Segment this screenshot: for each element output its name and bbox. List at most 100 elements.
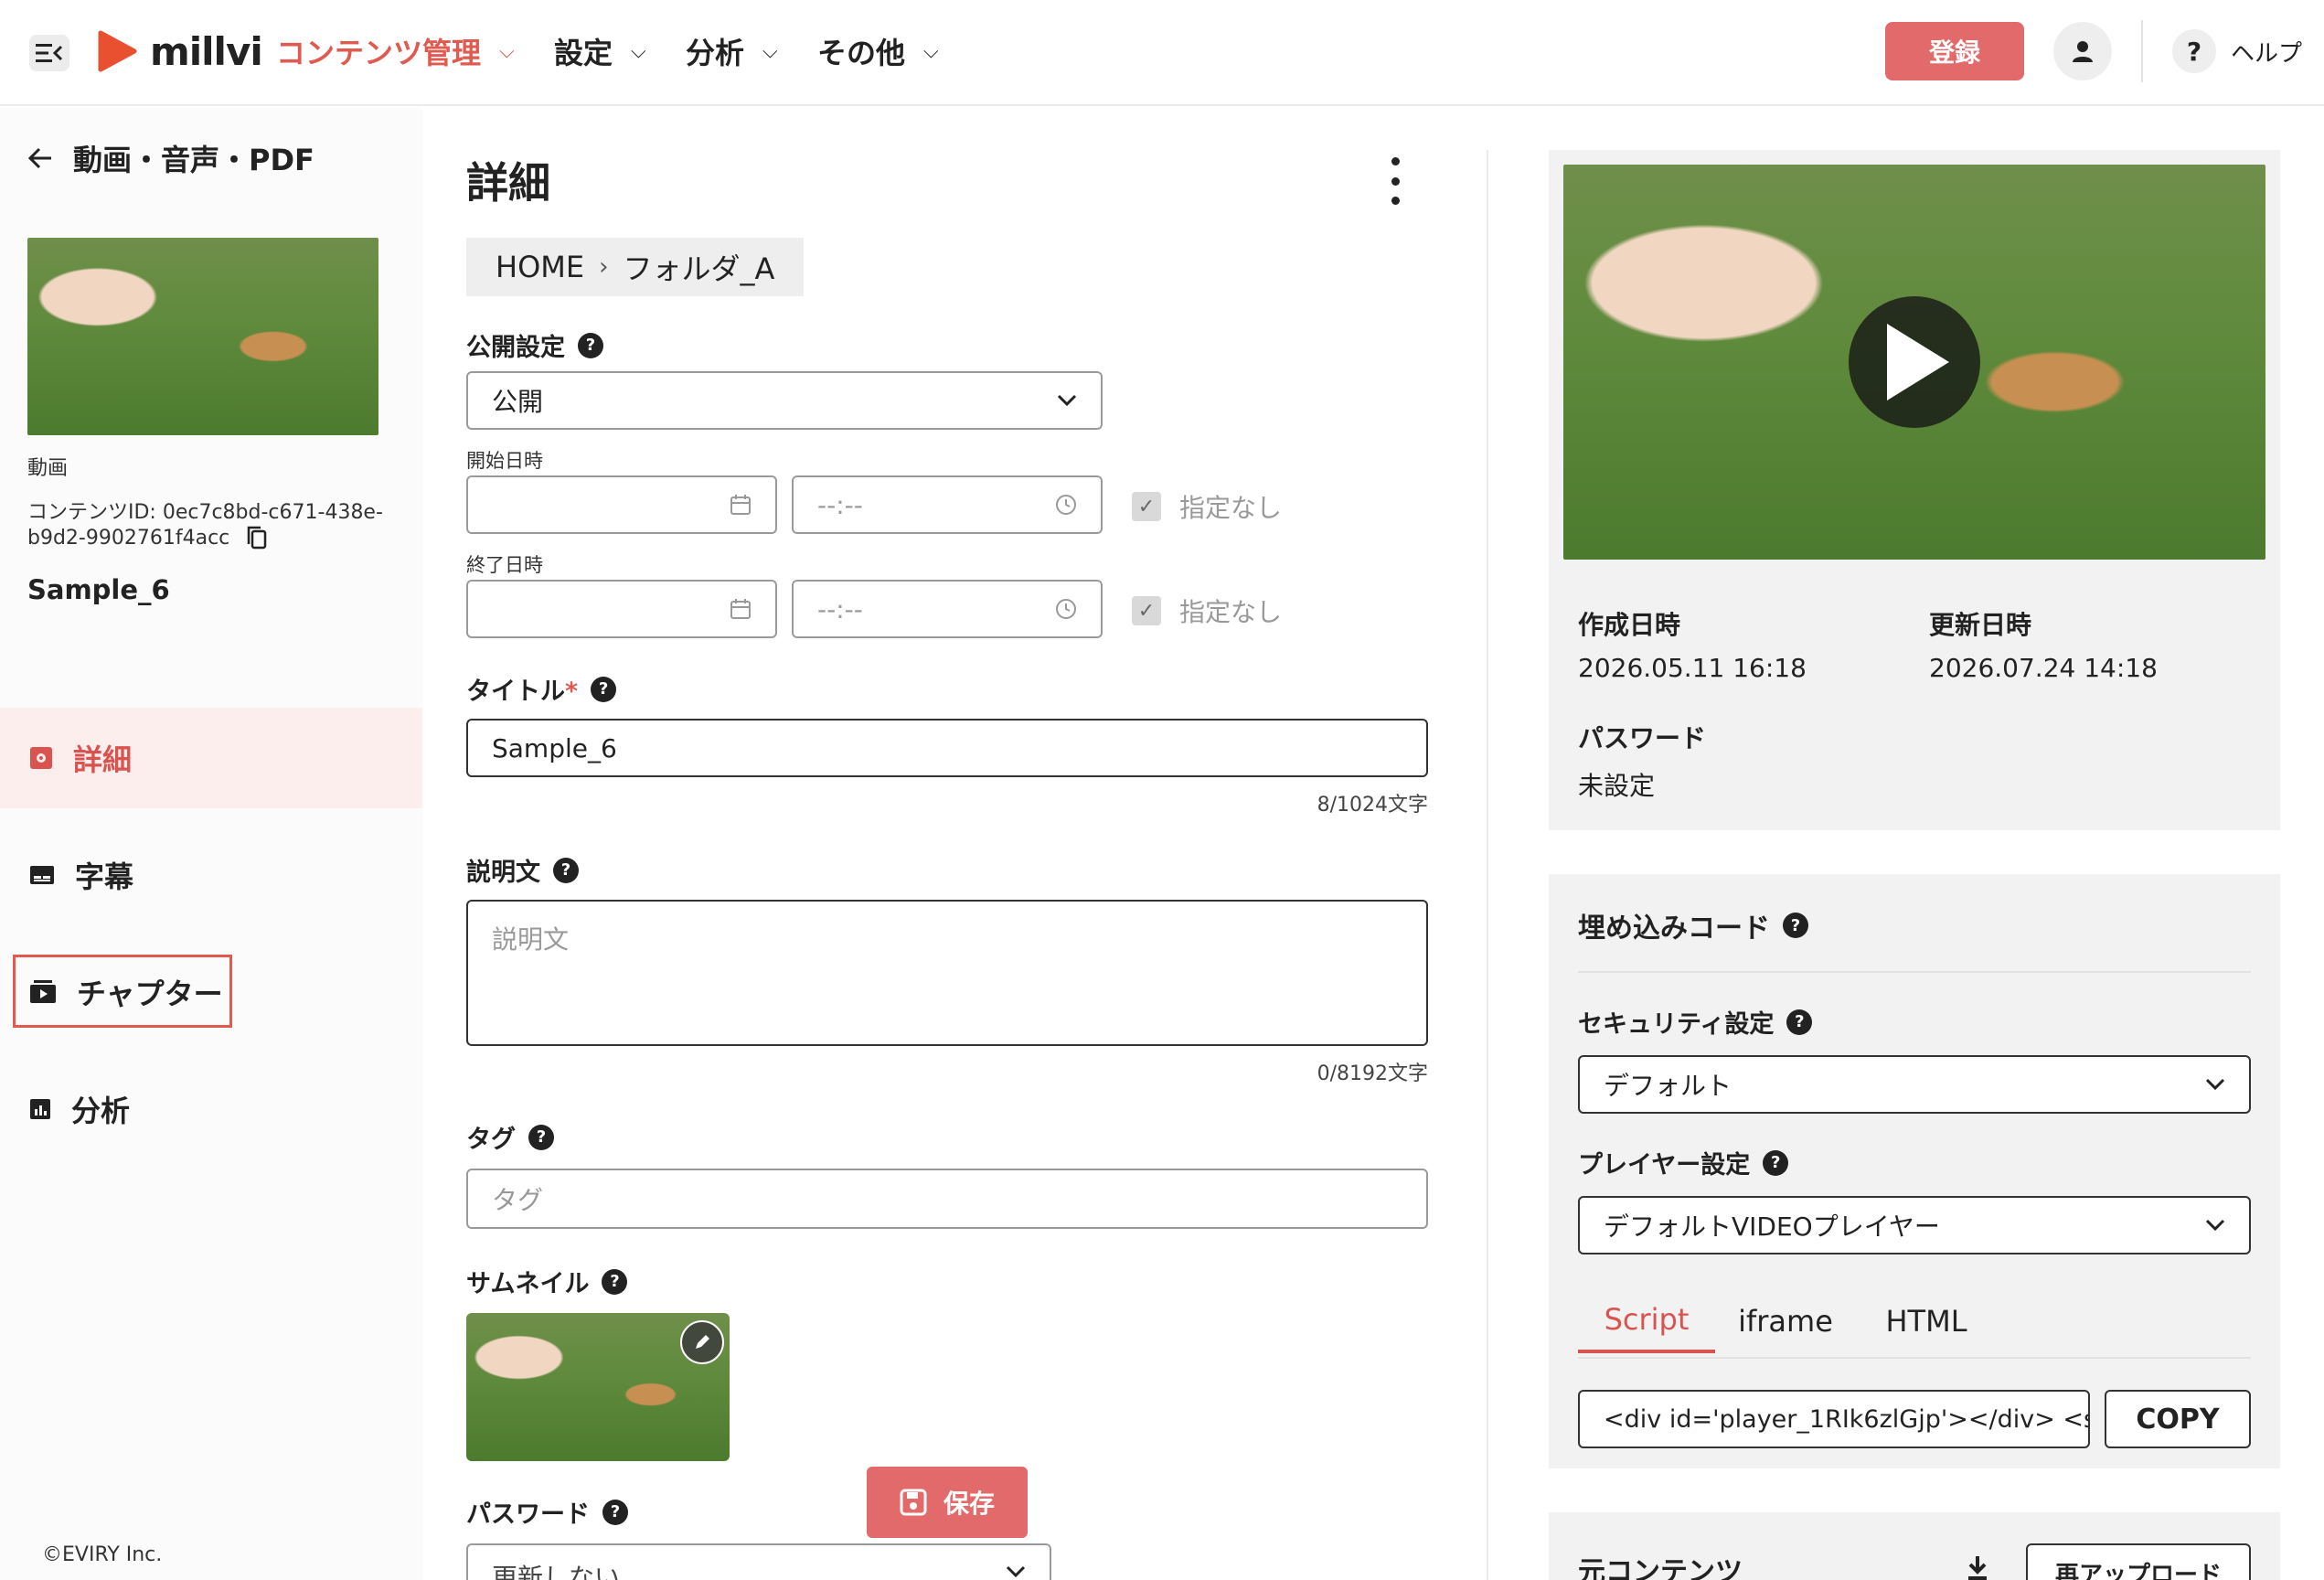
tags-placeholder: タグ — [492, 1185, 544, 1215]
analytics-icon — [30, 1099, 50, 1119]
breadcrumb: HOME › フォルダ_A — [466, 238, 805, 296]
nav-other[interactable]: その他 ⌵ — [817, 26, 939, 77]
nav-settings[interactable]: 設定 ⌵ — [554, 26, 646, 77]
password-info-value: 未設定 — [1578, 771, 1656, 801]
play-icon — [1887, 324, 1949, 400]
download-icon[interactable] — [1966, 1554, 1989, 1580]
updated-label: 更新日時 — [1929, 610, 2032, 640]
save-button[interactable]: 保存 — [867, 1467, 1028, 1538]
title-value: Sample_6 — [492, 732, 617, 763]
thumbnail-preview[interactable] — [466, 1313, 730, 1461]
help-icon[interactable]: ? — [578, 332, 603, 358]
chapter-highlight-box — [13, 955, 232, 1028]
save-icon — [900, 1489, 927, 1516]
content-id-row: b9d2-9902761f4acc — [27, 525, 268, 550]
embed-code-title: 埋め込みコード ? — [1578, 905, 1808, 945]
start-time-placeholder: --:-- — [817, 489, 863, 520]
help-icon[interactable]: ? — [1763, 1149, 1789, 1176]
check-icon: ✓ — [1132, 492, 1161, 521]
nav-analytics[interactable]: 分析 ⌵ — [686, 26, 778, 77]
help-link[interactable]: ヘルプ — [2231, 35, 2302, 69]
tab-html[interactable]: HTML — [1856, 1289, 1997, 1353]
sidebar-item-subtitles[interactable]: 字幕 — [0, 825, 422, 925]
help-icon[interactable]: ? — [528, 1124, 554, 1150]
help-icon[interactable]: ? — [1783, 913, 1808, 938]
nav-label: 設定 — [554, 36, 613, 70]
back-link[interactable]: 動画・音声・PDF — [27, 137, 314, 179]
end-none-checkbox[interactable]: ✓ 指定なし — [1132, 592, 1282, 629]
help-icon[interactable]: ? — [602, 1268, 628, 1295]
visibility-label: 公開設定 ? — [466, 327, 603, 363]
pencil-icon — [696, 1335, 709, 1349]
created-value: 2026.05.11 16:18 — [1578, 653, 1807, 683]
user-avatar-button[interactable] — [2053, 22, 2112, 80]
start-none-checkbox[interactable]: ✓ 指定なし — [1132, 488, 1282, 525]
thumbnail-label-text: サムネイル — [466, 1270, 590, 1298]
password-select[interactable]: 更新しない — [466, 1543, 1051, 1580]
help-icon[interactable]: ? — [553, 857, 579, 883]
end-datetime-label: 終了日時 — [466, 554, 543, 576]
video-player[interactable] — [1563, 165, 2265, 560]
breadcrumb-home[interactable]: HOME — [496, 250, 584, 284]
register-button[interactable]: 登録 — [1885, 22, 2024, 80]
nav-label: 分析 — [686, 36, 745, 70]
visibility-select[interactable]: 公開 — [466, 371, 1103, 430]
copy-button[interactable]: COPY — [2105, 1390, 2251, 1448]
description-textarea[interactable]: 説明文 — [466, 900, 1428, 1046]
source-content-title: 元コンテンツ — [1578, 1556, 1743, 1580]
start-date-input[interactable] — [466, 475, 777, 534]
end-time-placeholder: --:-- — [817, 593, 863, 625]
chevron-down-icon: ⌵ — [762, 39, 778, 63]
description-char-counter: 0/8192文字 — [1317, 1062, 1428, 1085]
embed-code-value: <div id='player_1RIk6zlGjp'></div> <sc — [1604, 1404, 2090, 1434]
play-button[interactable] — [1849, 296, 1980, 428]
embed-divider — [1578, 971, 2251, 973]
tags-label-text: タグ — [466, 1126, 516, 1154]
help-icon[interactable]: ? — [2172, 29, 2216, 73]
page-title: 詳細 — [466, 158, 550, 208]
more-options-button[interactable] — [1386, 157, 1404, 205]
title-char-counter: 8/1024文字 — [1317, 794, 1428, 817]
copyright-footer: ©EVIRY Inc. — [42, 1543, 163, 1566]
player-label-text: プレイヤー設定 — [1578, 1151, 1751, 1180]
start-time-input[interactable]: --:-- — [792, 475, 1103, 534]
player-select[interactable]: デフォルトVIDEOプレイヤー — [1578, 1196, 2251, 1254]
edit-thumbnail-button[interactable] — [680, 1320, 724, 1364]
sidebar-item-analytics[interactable]: 分析 — [0, 1059, 422, 1159]
embed-code-field[interactable]: <div id='player_1RIk6zlGjp'></div> <sc — [1578, 1390, 2090, 1448]
reupload-button[interactable]: 再アップロード — [2026, 1543, 2251, 1580]
menu-icon — [36, 44, 63, 62]
security-select[interactable]: デフォルト — [1578, 1055, 2251, 1114]
breadcrumb-folder[interactable]: フォルダ_A — [623, 246, 774, 288]
created-label: 作成日時 — [1578, 610, 1681, 640]
help-icon[interactable]: ? — [602, 1499, 628, 1525]
nav-content-management[interactable]: コンテンツ管理 ⌵ — [276, 26, 515, 77]
menu-collapse-button[interactable] — [29, 35, 69, 71]
copy-icon[interactable] — [246, 525, 268, 550]
calendar-icon — [730, 495, 751, 515]
visibility-label-text: 公開設定 — [466, 334, 565, 362]
help-icon[interactable]: ? — [1786, 1009, 1813, 1035]
sidebar-item-label: 分析 — [71, 1094, 131, 1128]
thumbnail-label: サムネイル ? — [466, 1264, 628, 1299]
start-none-label: 指定なし — [1179, 493, 1283, 523]
sidebar-item-details[interactable]: 詳細 — [0, 708, 422, 808]
end-date-input[interactable] — [466, 580, 777, 638]
help-icon[interactable]: ? — [591, 676, 617, 702]
clock-icon — [1056, 599, 1076, 619]
password-info-label: パスワード — [1578, 723, 1707, 753]
arrow-left-icon — [27, 147, 51, 169]
calendar-icon — [730, 599, 751, 619]
end-time-input[interactable]: --:-- — [792, 580, 1103, 638]
title-input[interactable]: Sample_6 — [466, 719, 1428, 777]
chevron-down-icon: ⌵ — [631, 39, 646, 63]
description-placeholder: 説明文 — [492, 924, 570, 955]
tab-iframe[interactable]: iframe — [1715, 1289, 1856, 1353]
tab-script[interactable]: Script — [1578, 1289, 1715, 1353]
subtitles-icon — [30, 866, 54, 884]
end-none-label: 指定なし — [1179, 597, 1283, 627]
app-logo[interactable]: millvi — [97, 24, 263, 79]
tags-input[interactable]: タグ — [466, 1169, 1428, 1229]
player-value: デフォルトVIDEOプレイヤー — [1604, 1212, 1940, 1242]
embed-title-text: 埋め込みコード — [1578, 913, 1770, 945]
